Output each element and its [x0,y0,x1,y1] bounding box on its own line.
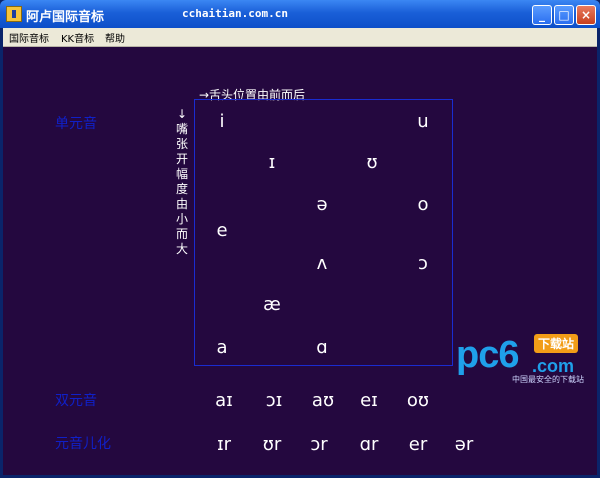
menu-kk[interactable]: KK音标 [61,30,94,45]
menu-help[interactable]: 帮助 [105,30,125,45]
window-title: 阿卢国际音标 [26,9,105,24]
axis-mouth-opening: ↓嘴张开幅度由小而大 [175,107,188,256]
minimize-button[interactable]: _ [532,5,552,25]
pc6-watermark-logo: pc6 .com 下载站 中国最安全的下载站 [452,330,592,384]
menu-bar: 国际音标 KK音标 帮助 [3,28,597,47]
vowel-o[interactable]: o [403,194,443,215]
diphthong-oi[interactable]: ɔɪ [254,390,294,411]
main-area: 单元音 双元音 元音儿化 →舌头位置由前而后 ↓嘴张开幅度由小而大 i u ɪ … [3,47,597,475]
window-url: cchaitian.com.cn [182,7,288,20]
vowel-script-a[interactable]: ɑ [302,337,342,358]
r-vowel-ar[interactable]: ɑr [349,434,389,455]
vowel-short-u[interactable]: ʊ [352,152,392,173]
diphthong-ai[interactable]: aɪ [204,390,244,411]
vowel-wedge[interactable]: ʌ [302,253,342,274]
vowel-short-i[interactable]: ɪ [252,152,292,173]
r-vowel-schwa-r[interactable]: ər [444,434,484,455]
label-monophthong: 单元音 [55,116,97,132]
vowel-a[interactable]: a [202,337,242,358]
app-window: 阿卢国际音标 cchaitian.com.cn _ □ × 国际音标 KK音标 … [0,0,600,478]
vowel-open-o[interactable]: ɔ [403,253,443,274]
app-icon [6,6,22,22]
vowel-i[interactable]: i [202,111,242,132]
close-button[interactable]: × [576,5,596,25]
maximize-button[interactable]: □ [554,5,574,25]
title-bar[interactable]: 阿卢国际音标 cchaitian.com.cn _ □ × [0,0,600,28]
vowel-u[interactable]: u [403,111,443,132]
watermark-tagline: 中国最安全的下载站 [512,375,584,384]
r-vowel-ur[interactable]: ʊr [252,434,292,455]
diphthong-ei[interactable]: eɪ [349,390,389,411]
watermark-badge: 下载站 [534,334,579,353]
vowel-e[interactable]: e [202,220,242,241]
menu-ipa[interactable]: 国际音标 [9,30,49,45]
label-diphthong: 双元音 [55,393,97,409]
r-vowel-or[interactable]: ɔr [299,434,339,455]
r-vowel-er[interactable]: er [398,434,438,455]
r-vowel-ir[interactable]: ɪr [204,434,244,455]
vowel-ash[interactable]: æ [252,294,292,315]
diphthong-ou[interactable]: oʊ [398,390,438,411]
vowel-schwa[interactable]: ə [302,194,342,215]
diphthong-au[interactable]: aʊ [303,390,343,411]
label-r-colored: 元音儿化 [55,436,111,452]
watermark-brand: pc6 [456,334,519,376]
